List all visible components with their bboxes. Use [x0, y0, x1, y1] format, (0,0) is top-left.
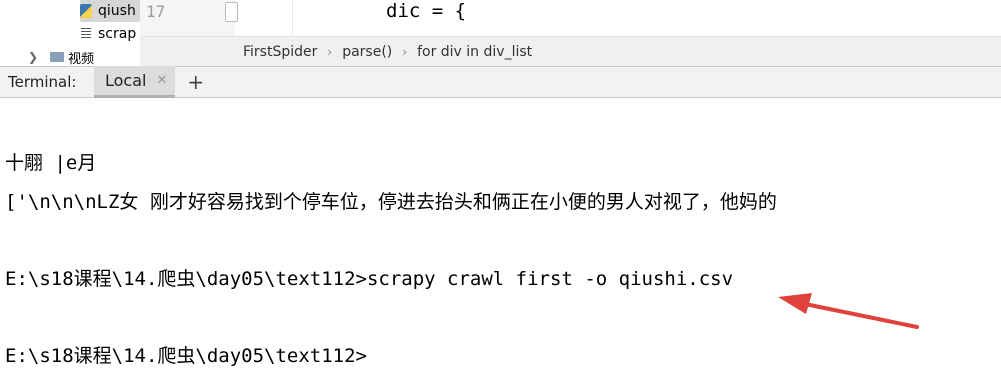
project-tree: qiush scrap ❯ 视频 — [0, 0, 140, 66]
fold-marker-icon[interactable] — [225, 2, 238, 22]
terminal-label: Terminal: — [8, 73, 77, 91]
tree-item-scrapy[interactable]: scrap — [80, 23, 136, 45]
tree-item-label: qiush — [98, 3, 136, 19]
tab-label: Local — [105, 71, 147, 90]
terminal-output[interactable]: 十翢 |e月 ['\n\n\nLZ女 刚才好容易找到个停车位，停进去抬头和俩正在… — [0, 98, 1001, 367]
line-number: 17 — [146, 2, 166, 21]
chevron-right-icon[interactable]: ❯ — [28, 50, 38, 64]
breadcrumb: FirstSpider › parse() › for div in div_l… — [140, 36, 1001, 67]
folder-icon — [50, 52, 65, 62]
breadcrumb-item-loop[interactable]: for div in div_list — [407, 44, 542, 60]
add-tab-icon[interactable]: + — [187, 70, 204, 94]
tab-local[interactable]: Local ✕ — [94, 66, 176, 98]
close-icon[interactable]: ✕ — [156, 73, 167, 88]
tree-item-label: 视频 — [68, 51, 95, 67]
terminal-toolbar: Terminal: Local ✕ + — [0, 66, 1001, 98]
tree-item-qiushi[interactable]: qiush — [80, 0, 140, 22]
text-file-icon — [80, 27, 92, 41]
code-line: dic = { — [386, 0, 467, 22]
python-file-icon — [80, 4, 92, 18]
gutter-separator — [292, 0, 293, 36]
breadcrumb-item-method[interactable]: parse() — [332, 44, 402, 60]
tree-item-video-folder[interactable]: ❯ 视频 — [28, 48, 94, 66]
annotation-arrow-icon — [778, 293, 919, 329]
editor-area: qiush scrap ❯ 视频 17 dic = { FirstSpider … — [0, 0, 1001, 67]
tree-item-label: scrap — [98, 26, 137, 42]
breadcrumb-item-class[interactable]: FirstSpider — [140, 44, 327, 60]
